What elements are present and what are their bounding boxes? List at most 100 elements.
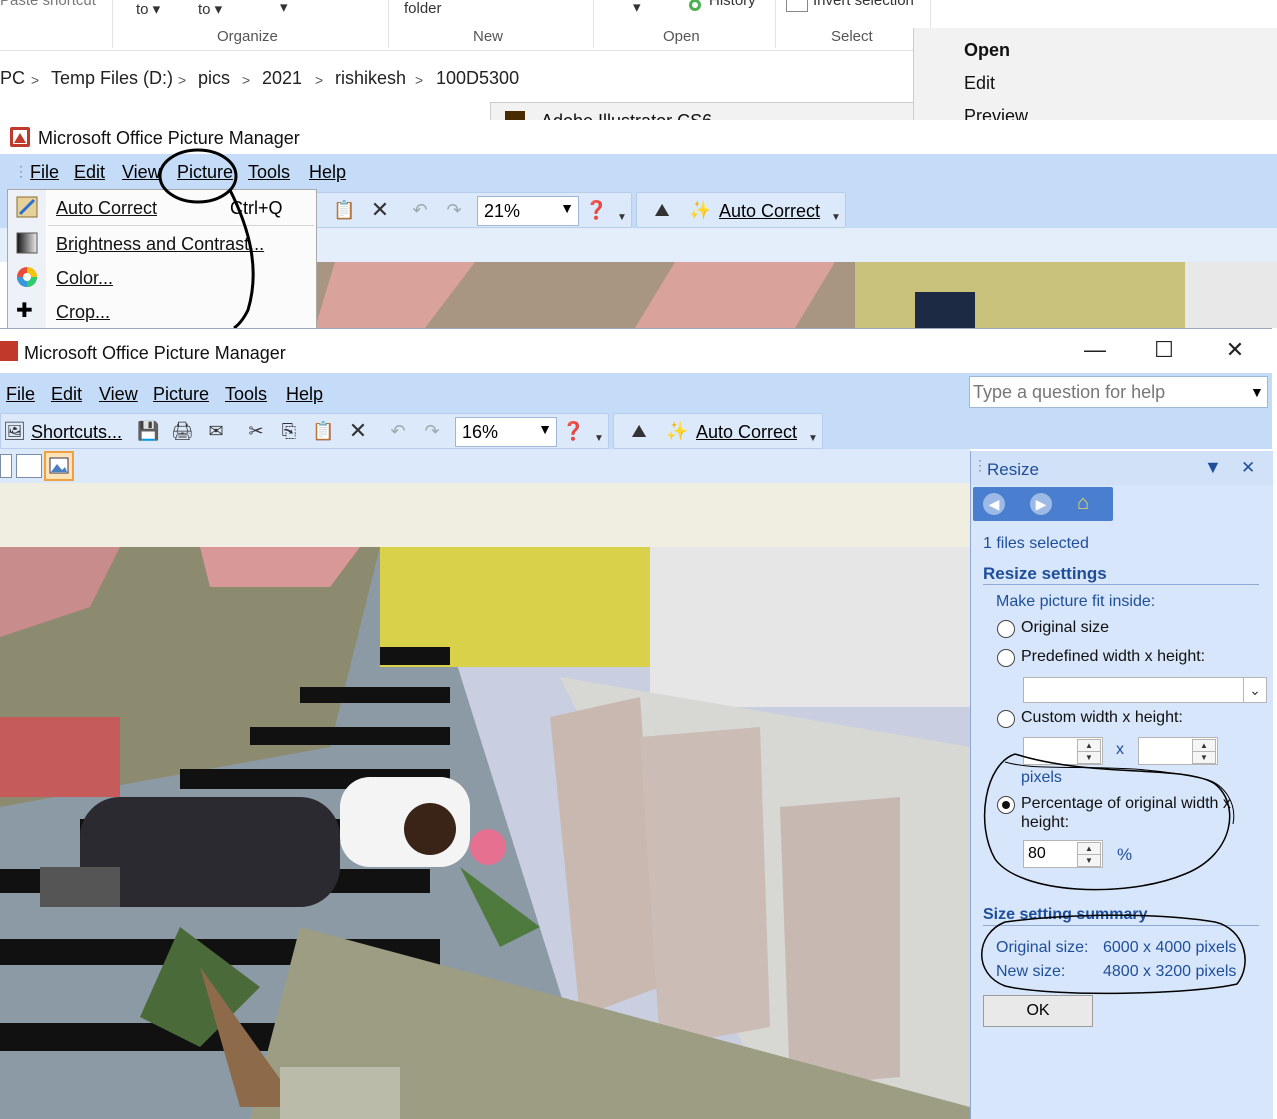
forward-arrow-icon[interactable]: ▶ [1030, 493, 1052, 515]
front-standard-toolbar: 🖼 Shortcuts... 💾 🖨 ✉ ✂ ⎘ 📋 ✕ ↶ ↷ 16% ▼ ❓ … [0, 413, 609, 449]
front-menu-picture[interactable]: Picture [153, 384, 209, 405]
crop-icon: ✚ [16, 300, 33, 322]
copy-icon[interactable]: ⎘ [278, 420, 300, 442]
back-arrow-icon[interactable]: ◀ [983, 493, 1005, 515]
breadcrumb-2021[interactable]: 2021 [262, 68, 302, 89]
shortcuts-button[interactable]: Shortcuts... [31, 422, 122, 443]
grip-icon: ⋮ [14, 163, 28, 179]
breadcrumb-pc[interactable]: PC [0, 68, 25, 89]
help-placeholder: Type a question for help [973, 382, 1166, 402]
toolbar-options-icon[interactable]: ▼ [588, 428, 610, 450]
breadcrumb-100d5300[interactable]: 100D5300 [436, 68, 519, 89]
save-icon[interactable]: 💾 [137, 420, 159, 442]
front-menu-help[interactable]: Help [286, 384, 323, 405]
thumbnail-view-icon[interactable] [0, 454, 12, 478]
pane-close-icon[interactable]: ✕ [1241, 458, 1255, 478]
help-search-box[interactable]: Type a question for help ▼ [969, 376, 1268, 408]
email-icon[interactable]: ✉ [205, 420, 227, 442]
annotation-circle-percentage [983, 753, 1235, 891]
back-auto-correct-button[interactable]: Auto Correct [719, 201, 820, 222]
toolbar-options-icon[interactable]: ▼ [825, 207, 847, 229]
toolbar-options-icon[interactable]: ▼ [611, 207, 633, 229]
predefined-label: Predefined width x height: [1021, 648, 1206, 665]
home-icon[interactable]: ⌂ [1077, 492, 1089, 515]
front-zoom-box[interactable]: 16% ▼ [455, 417, 557, 447]
group-open: Open [663, 28, 700, 45]
edit-pictures-icon[interactable]: ⛰ [628, 420, 650, 442]
main-photo [0, 547, 970, 1119]
auto-correct-icon [16, 196, 38, 218]
redo-icon[interactable]: ↷ [443, 199, 465, 221]
undo-icon[interactable]: ↶ [409, 199, 431, 221]
pane-header: ⋮ Resize ▼ ✕ [971, 451, 1273, 485]
paste-shortcut-button[interactable]: Paste shortcut [0, 0, 96, 9]
front-menu-tools[interactable]: Tools [225, 384, 267, 405]
context-open[interactable]: Open [964, 40, 1010, 61]
predefined-size-select[interactable]: ⌄ [1023, 677, 1267, 703]
auto-correct-icon: ✨ [666, 421, 689, 441]
invert-selection-icon [786, 0, 808, 12]
chevron-right-icon: > [415, 72, 424, 88]
color-wheel-icon [16, 266, 38, 288]
toolbar-options-icon[interactable]: ▼ [802, 428, 824, 450]
redo-icon[interactable]: ↷ [421, 420, 443, 442]
front-auto-correct-button[interactable]: Auto Correct [696, 422, 797, 443]
front-window: Microsoft Office Picture Manager — ☐ ✕ F… [0, 328, 1273, 1119]
front-menu-view[interactable]: View [99, 384, 138, 405]
ok-button[interactable]: OK [983, 995, 1093, 1027]
menu-item-color[interactable]: Color... [56, 268, 113, 289]
history-button[interactable]: History [709, 0, 756, 9]
undo-icon[interactable]: ↶ [387, 420, 409, 442]
minimize-button[interactable]: — [1075, 335, 1115, 365]
help-icon[interactable]: ❓ [585, 199, 607, 221]
print-icon[interactable]: 🖨 [171, 420, 194, 442]
radio-predefined[interactable] [997, 649, 1015, 667]
breadcrumb-rishikesh[interactable]: rishikesh [335, 68, 406, 89]
maximize-button[interactable]: ☐ [1144, 335, 1184, 365]
breadcrumb-pics[interactable]: pics [198, 68, 230, 89]
pane-menu-icon[interactable]: ▼ [1204, 457, 1222, 478]
single-picture-view-icon[interactable] [44, 451, 74, 481]
back-menu-help[interactable]: Help [309, 162, 346, 183]
pane-grip-icon: ⋮ [973, 457, 987, 473]
open-dropdown-icon[interactable]: ▾ [633, 0, 641, 16]
move-to-button[interactable]: to ▾ [136, 0, 160, 18]
breadcrumb-temp-files[interactable]: Temp Files (D:) [51, 68, 173, 89]
close-button[interactable]: ✕ [1215, 335, 1255, 365]
delete-dropdown-icon[interactable]: ▾ [280, 0, 288, 16]
pane-nav-bar: ◀ ▶ ⌂ [973, 487, 1113, 521]
new-folder-button[interactable]: folder [404, 0, 442, 17]
delete-icon[interactable]: ✕ [369, 199, 391, 221]
group-new: New [473, 28, 504, 45]
help-dropdown-icon[interactable]: ▼ [1250, 384, 1264, 400]
back-format-toolbar: ⛰ ✨ Auto Correct ▼ [636, 192, 846, 228]
radio-custom[interactable] [997, 710, 1015, 728]
context-menu: Open Edit Preview [913, 28, 1277, 126]
help-icon[interactable]: ❓ [562, 420, 584, 442]
menu-item-auto-correct[interactable]: Auto Correct [56, 198, 157, 219]
context-edit[interactable]: Edit [964, 73, 995, 94]
view-switch-bar [0, 449, 970, 484]
cut-icon[interactable]: ✂ [245, 420, 267, 442]
shortcuts-icon: 🖼 [3, 421, 26, 441]
breadcrumb: PC > Temp Files (D:) > pics > 2021 > ris… [0, 68, 913, 94]
front-menu-file[interactable]: File [6, 384, 35, 405]
invert-selection-button[interactable]: Invert selection [813, 0, 914, 9]
group-select: Select [831, 28, 873, 45]
chevron-down-icon: ⌄ [1243, 678, 1266, 702]
edit-pictures-icon[interactable]: ⛰ [651, 199, 673, 221]
front-menu-edit[interactable]: Edit [51, 384, 82, 405]
back-menu-edit[interactable]: Edit [74, 162, 105, 183]
delete-icon[interactable]: ✕ [347, 420, 369, 442]
filmstrip-view-icon[interactable] [16, 454, 42, 478]
paste-icon[interactable]: 📋 [333, 199, 355, 221]
front-format-toolbar: ⛰ ✨ Auto Correct ▼ [613, 413, 823, 449]
front-window-titlebar: Microsoft Office Picture Manager — ☐ ✕ [0, 329, 1272, 373]
menu-item-crop[interactable]: Crop... [56, 302, 110, 323]
chevron-right-icon: > [178, 72, 187, 88]
back-zoom-box[interactable]: 21% ▼ [477, 196, 579, 226]
radio-original-size[interactable] [997, 620, 1015, 638]
copy-to-button[interactable]: to ▾ [198, 0, 222, 18]
paste-icon[interactable]: 📋 [312, 420, 334, 442]
back-menu-file[interactable]: File [30, 162, 59, 183]
